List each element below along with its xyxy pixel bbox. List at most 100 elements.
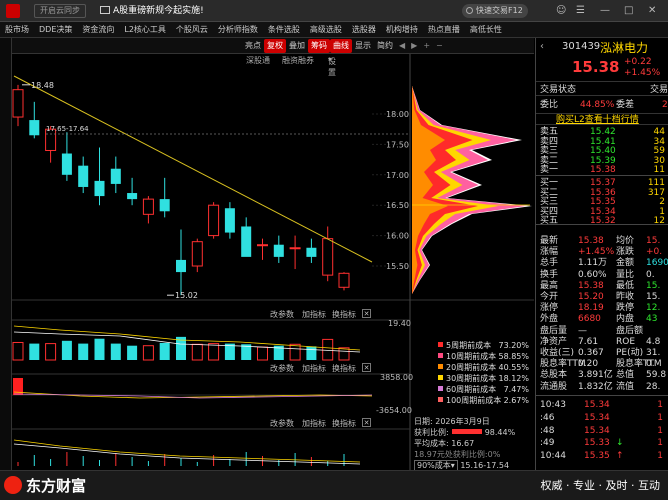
stat-label: 盘后额 (616, 325, 644, 336)
panel1-axis-label: 19.40 (388, 319, 411, 328)
orderbook-label: 卖一 (540, 165, 559, 176)
tick-time: :46 (540, 412, 555, 423)
candle[interactable] (127, 177, 138, 206)
indicator-line (13, 443, 361, 465)
orderbook-row[interactable]: 卖一 15.38 11 (536, 165, 668, 175)
tick-price: 15.34 (584, 412, 610, 423)
prev-stock-icon[interactable]: ‹ (540, 41, 544, 52)
close-panel-button[interactable]: ✕ (362, 363, 371, 372)
tab-trade[interactable]: 交易 (650, 84, 668, 96)
add-indicator-button[interactable]: 加指标 (302, 363, 326, 374)
legend-label: 5周期前成本 (446, 341, 492, 350)
tick-time: 10:43 (540, 400, 566, 410)
close-panel-button[interactable]: ✕ (362, 309, 371, 318)
stat-value: 15. (646, 236, 661, 246)
candle[interactable] (110, 156, 121, 194)
orderbook-price: 15.41 (590, 136, 616, 147)
stat-value: 43 (646, 314, 658, 325)
swap-indicator-button[interactable]: 换指标 (332, 363, 356, 374)
stat-value: 6680 (578, 314, 601, 325)
low-label: 15.02 (175, 291, 198, 300)
stat-row: 净资产 7.61 ROE 4.8 (536, 337, 668, 348)
orderbook-row[interactable]: 卖五 15.42 44 (536, 127, 668, 137)
stat-value: 12. (646, 303, 661, 314)
stat-label: 总股本 (540, 370, 568, 381)
l2-upgrade-link[interactable]: 购买L2查看十档行情 (536, 113, 668, 125)
candle-body (94, 180, 105, 197)
legend-swatch (438, 386, 443, 391)
legend-swatch (438, 397, 443, 402)
orderbook-volume: 1 (659, 206, 665, 217)
add-indicator-button[interactable]: 加指标 (302, 309, 326, 320)
stat-value: 0. (646, 269, 655, 280)
candle[interactable] (208, 202, 220, 239)
candle[interactable] (29, 101, 40, 139)
legend-swatch (438, 353, 443, 358)
candle[interactable] (224, 202, 235, 239)
candle[interactable] (191, 238, 203, 273)
change-params-button[interactable]: 改参数 (270, 309, 294, 320)
candle-body (257, 244, 268, 247)
stat-value: 15.38 (578, 236, 604, 246)
candle[interactable] (338, 272, 350, 291)
stat-label: 股息率TTM (616, 359, 662, 370)
stat-value: 31. (646, 348, 661, 358)
orderbook-label: 买三 (540, 197, 559, 208)
orderbook-price: 15.39 (590, 155, 616, 166)
chip-legend-row: 100周期前成本 2.67% (438, 395, 534, 406)
tick-volume: 1 (657, 412, 663, 423)
candle-body (322, 238, 334, 276)
candle[interactable] (142, 196, 154, 224)
legend-pct: 73.20% (498, 341, 529, 350)
chip-legend-row: 20周期前成本 40.55% (438, 362, 534, 373)
candle[interactable] (176, 229, 186, 296)
candle[interactable] (12, 84, 24, 127)
orderbook-volume: 11 (653, 165, 665, 176)
candle[interactable] (94, 147, 105, 206)
volume-bar (257, 346, 268, 361)
stat-label: 换手 (540, 269, 559, 280)
volume-bar (61, 340, 72, 360)
orderbook-row[interactable]: 买一 15.37 111 (536, 178, 668, 188)
candle-body (29, 120, 40, 136)
quote-tabs: 交易状态 交易 (536, 84, 668, 96)
chip-legend-row: 30周期前成本 18.12% (438, 373, 534, 384)
orderbook-label: 卖五 (540, 127, 559, 137)
tick-row: :48 15.34 1 (536, 425, 668, 437)
tab-trade-status[interactable]: 交易状态 (540, 84, 576, 96)
swap-indicator-button[interactable]: 换指标 (332, 309, 356, 320)
candle-body (142, 198, 154, 215)
candle[interactable] (273, 235, 284, 263)
add-indicator-button[interactable]: 加指标 (302, 418, 326, 429)
change-params-button[interactable]: 改参数 (270, 418, 294, 429)
chip-legend-row: 60周期前成本 7.47% (438, 384, 534, 395)
candle[interactable] (159, 177, 170, 218)
stat-value: +0. (646, 247, 663, 258)
chip-distribution-info: 100周期前成本 2.67% 60周期前成本 7.47% 30周期前成本 18.12% 20… (410, 340, 534, 471)
stat-label: 外盘 (540, 314, 559, 325)
tick-time: :49 (540, 438, 555, 449)
candle[interactable] (322, 226, 334, 282)
brand-logo: 东方财富 (4, 475, 86, 497)
candle[interactable] (61, 132, 72, 181)
volume-bar (94, 338, 105, 360)
swap-indicator-button[interactable]: 换指标 (332, 418, 356, 429)
candle[interactable] (306, 238, 317, 263)
candle[interactable] (78, 156, 89, 194)
legend-pct: 2.67% (503, 396, 529, 405)
orderbook-row[interactable]: 卖三 15.40 59 (536, 146, 668, 156)
orderbook-row[interactable]: 买三 15.35 2 (536, 197, 668, 207)
volume-bar (29, 343, 40, 360)
price-axis-label: 15.50 (386, 262, 409, 271)
stock-header: ‹ 301439 泓淋电力 15.38 +0.22 +1.45% (536, 38, 668, 82)
candle[interactable] (257, 238, 268, 260)
stat-value: +1.45% (578, 247, 615, 258)
candle[interactable] (241, 217, 252, 257)
stat-label: 涨跌 (616, 247, 635, 258)
candle[interactable] (289, 235, 301, 270)
change-params-button[interactable]: 改参数 (270, 363, 294, 374)
stat-value: 0.20 (578, 359, 599, 370)
close-panel-button[interactable]: ✕ (362, 418, 371, 427)
tick-arrow: ↓ (616, 438, 624, 449)
tick-row: 10:44 15.35 ↑ 1 (536, 450, 668, 462)
